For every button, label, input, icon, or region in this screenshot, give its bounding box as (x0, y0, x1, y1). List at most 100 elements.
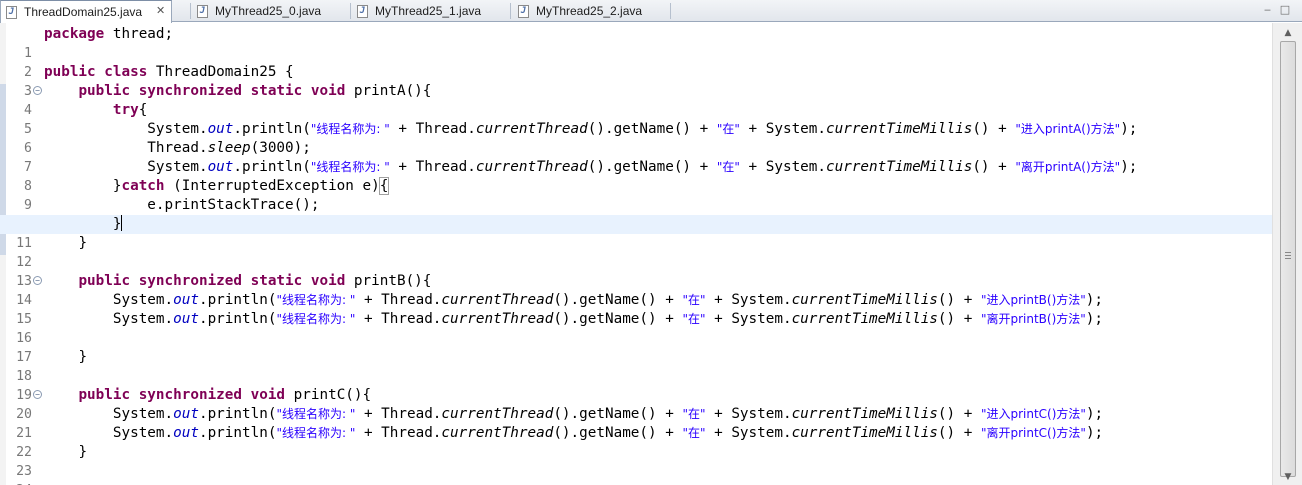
minimize-icon[interactable]: ‒ (1261, 3, 1275, 16)
code-line-24[interactable]: 24 (0, 462, 1272, 485)
code-text: () + (937, 406, 981, 422)
code-line-18[interactable]: 18 } (0, 348, 1272, 384)
code-line-8[interactable]: 8 System.out.println("线程名称为: " + Thread.… (0, 158, 1272, 194)
code-line-20[interactable]: 20 − public synchronized void printC(){ (0, 386, 1272, 422)
code-line-10[interactable]: 10 e.printStackTrace(); (0, 196, 1272, 232)
code-text: ().getName() + (553, 425, 683, 441)
code-text: ThreadDomain25 { (147, 64, 294, 80)
static-method: currentThread (475, 159, 588, 175)
tab-label: ThreadDomain25.java (24, 5, 143, 19)
code-text: System. (112, 406, 174, 422)
code-text: ); (1085, 425, 1104, 441)
code-line-12[interactable]: 12 } (0, 234, 1272, 270)
scroll-down-icon[interactable]: ▼ (1280, 469, 1296, 485)
code-text: ().getName() + (553, 311, 683, 327)
code-line-16[interactable]: 16 System.out.println("线程名称为: " + Thread… (0, 310, 1272, 346)
keyword: catch (121, 178, 165, 194)
tab-label: MyThread25_2.java (536, 4, 643, 18)
code-text: ); (1085, 311, 1104, 327)
keyword: void (250, 387, 286, 403)
window-buttons: ‒ □ (1261, 3, 1293, 16)
tab-label: MyThread25_1.java (375, 4, 482, 18)
string-literal: "进入printB()方法" (980, 293, 1086, 307)
tab-divider (190, 3, 191, 19)
fold-collapse-icon[interactable]: − (33, 276, 42, 285)
code-text: .println( (198, 292, 277, 308)
maximize-icon[interactable]: □ (1278, 3, 1292, 16)
static-method: currentTimeMillis (826, 121, 973, 137)
code-line-5[interactable]: 5 try{ (0, 101, 1272, 137)
code-line-3[interactable]: 3 public class ThreadDomain25 { (0, 63, 1272, 99)
tab-mythread25-2[interactable]: J MyThread25_2.java (513, 0, 668, 22)
text-cursor (121, 215, 123, 231)
code-text: ); (1085, 292, 1104, 308)
code-line-14[interactable]: 14 − public synchronized static void pri… (0, 272, 1272, 308)
static-method: currentThread (441, 292, 554, 308)
static-method: currentThread (441, 311, 554, 327)
code-text: } (112, 216, 122, 232)
field: out (207, 159, 234, 175)
code-editor[interactable]: 1 package thread; 2 3 public class Threa… (0, 23, 1302, 485)
string-literal: "进入printA()方法" (1015, 122, 1121, 136)
editor-tab-bar: J ThreadDomain25.java ✕ J MyThread25_0.j… (0, 0, 1302, 23)
string-literal: "进入printC()方法" (980, 407, 1086, 421)
tab-mythread25-0[interactable]: J MyThread25_0.java (192, 0, 347, 22)
code-line-11-current[interactable]: 11 } (0, 215, 1272, 251)
field: out (173, 425, 199, 441)
code-line-22[interactable]: 22 System.out.println("线程名称为: " + Thread… (0, 424, 1272, 460)
code-line-23[interactable]: 23 } (0, 443, 1272, 479)
static-method: currentTimeMillis (791, 425, 938, 441)
code-text: Thread. (147, 140, 208, 156)
close-icon[interactable]: ✕ (156, 1, 165, 22)
code-text: + System. (705, 425, 792, 441)
code-line-6[interactable]: 6 System.out.println("线程名称为: " + Thread.… (0, 120, 1272, 156)
code-text: System. (147, 159, 208, 175)
code-text: ); (1120, 159, 1138, 175)
code-text: .println( (198, 406, 277, 422)
code-text: () + (937, 425, 981, 441)
keyword: public (78, 83, 131, 99)
string-literal: "在" (682, 293, 706, 307)
code-text: ); (1120, 121, 1138, 137)
keyword: public (78, 387, 131, 403)
code-line-7[interactable]: 7 Thread.sleep(3000); (0, 139, 1272, 175)
code-text: + System. (705, 311, 792, 327)
tab-mythread25-1[interactable]: J MyThread25_1.java (352, 0, 507, 22)
vertical-scrollbar[interactable]: ▲ ▼ (1272, 23, 1302, 485)
code-line-4[interactable]: 4 − public synchronized static void prin… (0, 82, 1272, 118)
code-line-21[interactable]: 21 System.out.println("线程名称为: " + Thread… (0, 405, 1272, 441)
tab-divider (670, 3, 671, 19)
code-text: + System. (705, 292, 792, 308)
string-literal: "线程名称为: " (310, 160, 390, 174)
fold-collapse-icon[interactable]: − (33, 390, 42, 399)
static-method: currentThread (475, 121, 588, 137)
code-line-2[interactable]: 2 (0, 44, 1272, 80)
code-text: System. (112, 425, 174, 441)
code-text: ().getName() + (587, 121, 717, 137)
code-line-13[interactable]: 13 (0, 253, 1272, 289)
tab-divider (510, 3, 511, 19)
code-text: System. (147, 121, 208, 137)
code-text: + Thread. (355, 292, 442, 308)
tab-divider (350, 3, 351, 19)
matching-bracket: { (378, 177, 390, 195)
code-line-1[interactable]: 1 package thread; (0, 25, 1272, 61)
tab-threaddomain25[interactable]: J ThreadDomain25.java ✕ (0, 0, 172, 23)
code-text: () + (937, 292, 981, 308)
java-file-icon: J (518, 5, 529, 18)
static-method: currentTimeMillis (791, 292, 938, 308)
string-literal: "线程名称为: " (276, 312, 356, 326)
string-literal: "线程名称为: " (276, 293, 356, 307)
fold-collapse-icon[interactable]: − (33, 86, 42, 95)
grip-icon (1285, 252, 1291, 259)
code-line-19[interactable]: 19 (0, 367, 1272, 403)
code-line-17[interactable]: 17 (0, 329, 1272, 365)
field: out (173, 406, 199, 422)
scroll-up-icon[interactable]: ▲ (1280, 25, 1296, 41)
keyword: public (44, 64, 96, 80)
code-line-9[interactable]: 9 }catch (InterruptedException e){ (0, 177, 1272, 213)
code-line-15[interactable]: 15 System.out.println("线程名称为: " + Thread… (0, 291, 1272, 327)
code-text: ().getName() + (553, 292, 683, 308)
scrollbar-thumb[interactable] (1280, 41, 1296, 477)
field: out (207, 121, 234, 137)
